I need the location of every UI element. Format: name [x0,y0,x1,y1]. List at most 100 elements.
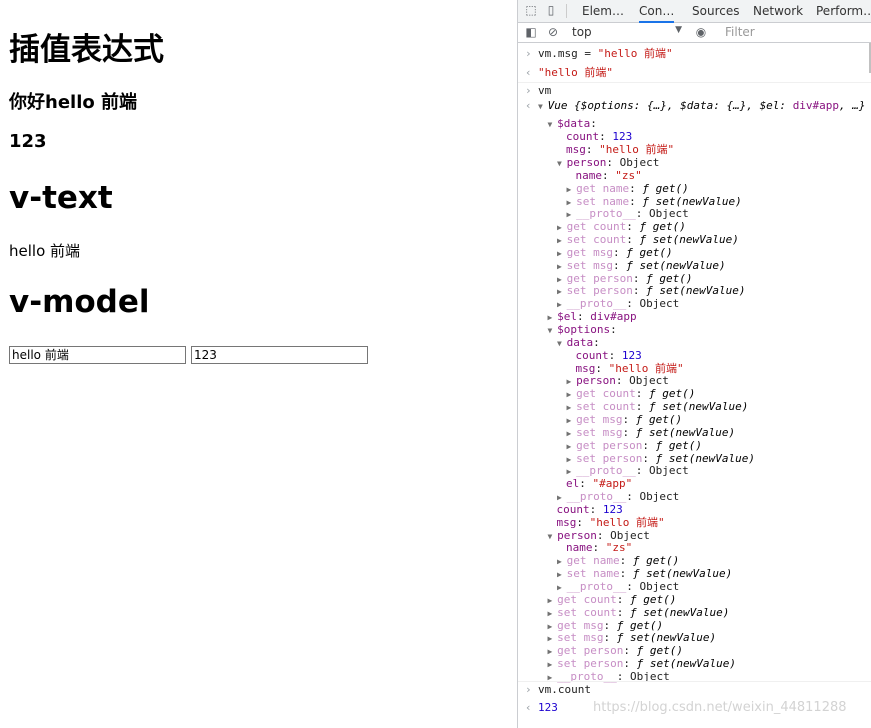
console-line[interactable]: ▶ get name: ƒ get() [557,554,679,567]
console-line[interactable]: ▶ get count: ƒ get() [548,593,677,606]
collapsed-triangle-icon[interactable]: ▶ [567,198,577,207]
console-line[interactable]: ▶ __proto__: Object [567,207,689,220]
collapsed-triangle-icon[interactable]: ▶ [548,313,558,322]
console-line[interactable]: ▶ get person: ƒ get() [557,272,692,285]
collapsed-triangle-icon[interactable]: ▶ [557,557,567,566]
console-line[interactable]: ▶ __proto__: Object [567,464,689,477]
collapsed-triangle-icon[interactable]: ▶ [567,210,577,219]
console-line[interactable]: ▶ get person: ƒ get() [567,439,702,452]
collapsed-triangle-icon[interactable]: ▶ [567,429,577,438]
context-select-value: top [572,25,592,39]
collapsed-triangle-icon[interactable]: ▶ [567,442,577,451]
console-token: : Object [606,155,660,169]
console-line: count: 123 [567,349,642,362]
collapsed-triangle-icon[interactable]: ▶ [557,570,567,579]
collapsed-triangle-icon[interactable]: ▶ [567,377,577,386]
console-token: set name [576,194,630,208]
collapsed-triangle-icon[interactable]: ▶ [548,660,558,669]
console-line[interactable]: ▶ get name: ƒ get() [567,182,689,195]
console-line[interactable]: ▶ get count: ƒ get() [557,220,686,233]
collapsed-triangle-icon[interactable]: ▶ [548,609,558,618]
collapsed-triangle-icon[interactable]: ▶ [548,634,558,643]
console-line[interactable]: ▶ __proto__: Object [557,580,679,593]
console-line[interactable]: ▶ person: Object [567,374,669,387]
console-token: : [577,310,591,324]
collapsed-triangle-icon[interactable]: ▶ [567,185,577,194]
msg-input[interactable]: hello 前端 [9,346,186,364]
expanded-triangle-icon[interactable]: ▼ [548,120,558,129]
console-line[interactable]: ▶ set name: ƒ set(newValue) [557,567,732,580]
console-line[interactable]: ▶ get msg: ƒ get() [567,413,683,426]
console-line[interactable]: ▶ get count: ƒ get() [567,387,696,400]
collapsed-triangle-icon[interactable]: ▶ [557,287,567,296]
console-token: $options [557,323,611,336]
console-token: : [603,631,617,645]
console-line[interactable]: ▶ $el: div#app [548,310,637,323]
console-line[interactable]: ▶ set msg: ƒ set(newValue) [548,631,717,644]
expanded-triangle-icon[interactable]: ▼ [557,339,567,348]
expanded-triangle-icon[interactable]: ▼ [548,532,558,541]
collapsed-triangle-icon[interactable]: ▶ [567,390,577,399]
console-token: count [556,502,590,516]
console-line[interactable]: ▶ __proto__: Object [557,297,679,310]
console-token: "hello 前端" [538,65,613,79]
collapsed-triangle-icon[interactable]: ▶ [557,223,567,232]
console-line[interactable]: ▶ set person: ƒ set(newValue) [567,452,755,465]
console-token: get person [566,271,633,285]
context-select[interactable]: top ▼ [572,25,682,39]
collapsed-triangle-icon[interactable]: ▶ [548,596,558,605]
console-line[interactable]: ▶ set count: ƒ set(newValue) [567,400,749,413]
tab-sources[interactable]: Sources [692,4,739,18]
device-toolbar-icon[interactable]: ▯ [544,4,558,17]
console-line[interactable]: ▶ set person: ƒ set(newValue) [557,284,745,297]
collapsed-triangle-icon[interactable]: ▶ [557,275,567,284]
tab-network[interactable]: Network [753,4,803,18]
collapsed-triangle-icon[interactable]: ▶ [557,236,567,245]
collapsed-triangle-icon[interactable]: ▶ [557,249,567,258]
collapsed-triangle-icon[interactable]: ▶ [557,493,567,502]
collapsed-triangle-icon[interactable]: ▶ [557,583,567,592]
tab-elements[interactable]: Elem… [582,4,624,18]
console-line[interactable]: ▼ $data: [548,117,597,130]
console-token: : [576,515,590,529]
console-line[interactable]: ▶ set name: ƒ set(newValue) [567,195,742,208]
collapsed-triangle-icon[interactable]: ▶ [567,403,577,412]
tab-console[interactable]: Con… [639,4,675,23]
collapsed-triangle-icon[interactable]: ▶ [567,467,577,476]
collapsed-triangle-icon[interactable]: ▶ [567,416,577,425]
console-line[interactable]: ▶ set msg: ƒ set(newValue) [567,426,736,439]
console-line[interactable]: ▶ __proto__: Object [557,490,679,503]
expanded-triangle-icon[interactable]: ▼ [548,326,558,335]
console-token: __proto__ [576,464,636,478]
console-token: "hello 前端" [599,143,675,157]
expanded-triangle-icon[interactable]: ▼ [557,159,567,168]
clear-console-icon[interactable]: ⊘ [546,26,560,39]
collapsed-triangle-icon[interactable]: ▶ [557,300,567,309]
count-input[interactable]: 123 [191,346,368,364]
console-line[interactable]: ▶ get msg: ƒ get() [548,619,664,632]
console-line[interactable]: ▼ data: [557,336,600,349]
collapsed-triangle-icon[interactable]: ▶ [548,647,558,656]
console-line[interactable]: ▼ person: Object [557,156,659,169]
console-line[interactable]: ▶ set msg: ƒ set(newValue) [557,259,726,272]
console-token: get person [557,644,624,658]
collapsed-triangle-icon[interactable]: ▶ [548,622,558,631]
sidebar-toggle-icon[interactable]: ◧ [524,26,538,39]
console-token: : [610,323,617,336]
tab-performance[interactable]: Perform… [816,4,871,18]
console-line[interactable]: ▼ Vue {$options: {…}, $data: {…}, $el: d… [538,99,866,112]
console-line[interactable]: ▼ person: Object [548,529,650,542]
console-line[interactable]: ▶ set person: ƒ set(newValue) [548,657,736,670]
expanded-triangle-icon[interactable]: ▼ [538,102,548,111]
collapsed-triangle-icon[interactable]: ▶ [557,262,567,271]
console-line[interactable]: ▶ set count: ƒ set(newValue) [548,606,730,619]
console-line[interactable]: ▼ $options: [548,323,617,336]
live-expression-eye-icon[interactable]: ◉ [694,26,708,39]
inspect-element-icon[interactable]: ⬚ [524,4,538,17]
collapsed-triangle-icon[interactable]: ▶ [567,455,577,464]
console-line[interactable]: ▶ set count: ƒ set(newValue) [557,233,739,246]
console-token: get msg [566,245,613,259]
console-line[interactable]: ▶ get person: ƒ get() [548,644,683,657]
console-line[interactable]: ▶ get msg: ƒ get() [557,246,673,259]
filter-input[interactable]: Filter [725,25,755,39]
